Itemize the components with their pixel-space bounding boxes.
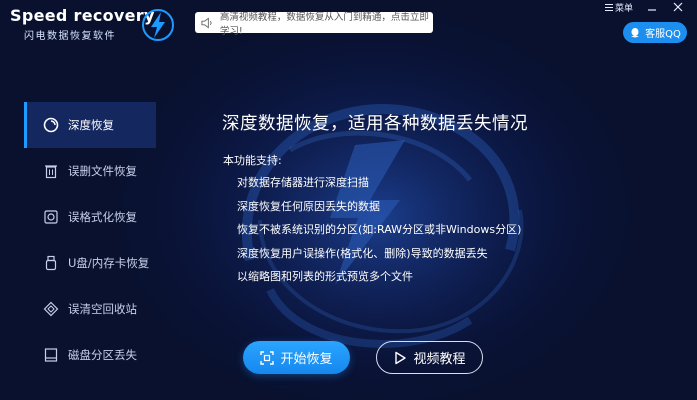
customer-service-label: 客服QQ [645,29,681,40]
list-item: 恢复不被系统识别的分区(如:RAW分区或非Windows分区) [237,223,522,236]
sidebar-item-format-recovery[interactable]: 误格式化恢复 [24,194,156,240]
deep-scan-icon [42,116,60,134]
sidebar-item-label: 误清空回收站 [68,302,137,316]
menu-icon [604,3,613,11]
start-recovery-button[interactable]: 开始恢复 [243,341,350,374]
recycle-icon [42,300,60,318]
start-recovery-label: 开始恢复 [280,351,333,366]
sidebar-item-deep-recovery[interactable]: 深度恢复 [24,102,156,148]
page-title: 深度数据恢复，适用各种数据丢失情况 [222,114,528,134]
sidebar-item-recycle-bin[interactable]: 误清空回收站 [24,286,156,332]
usb-drive-icon [42,254,60,272]
notice-text: 高清视频教程，数据恢复从入门到精通，点击立即学习! [219,11,429,37]
sidebar-item-label: 磁盘分区丢失 [68,348,137,362]
close-button[interactable] [665,0,691,14]
sidebar-item-deleted-files[interactable]: 误删文件恢复 [24,148,156,194]
speaker-icon [201,16,212,29]
disk-icon [42,346,60,364]
sidebar-item-label: 深度恢复 [68,118,114,132]
video-tutorial-label: 视频教程 [413,351,466,366]
format-icon [42,208,60,226]
sidebar-item-partition-lost[interactable]: 磁盘分区丢失 [24,332,156,378]
qq-icon [631,27,640,37]
play-icon [395,351,407,364]
close-icon [673,2,683,12]
logo-text: Speed recovery [10,6,155,25]
tutorial-notice-bar[interactable]: 高清视频教程，数据恢复从入门到精通，点击立即学习! [195,12,433,37]
list-item: 深度恢复用户误操作(格式化、删除)导致的数据丢失 [237,246,488,260]
video-tutorial-button[interactable]: 视频教程 [376,341,483,374]
menu-label: 菜单 [614,3,633,14]
scan-frame-icon [260,350,275,365]
trash-icon [42,162,60,180]
list-item: 深度恢复任何原因丢失的数据 [237,199,380,213]
list-item: 以缩略图和列表的形式预览多个文件 [237,270,413,283]
feature-intro: 本功能支持: [223,154,282,167]
app-window: Speed recovery 闪电数据恢复软件 高清视频教程，数据恢复从入门到精… [0,0,697,400]
window-controls: 菜单 [599,0,691,14]
list-item: 对数据存储器进行深度扫描 [237,176,369,189]
menu-button[interactable]: 菜单 [599,0,639,14]
lightning-bolt-icon [142,9,174,41]
logo-subtitle: 闪电数据恢复软件 [24,31,116,42]
sidebar-item-label: 误格式化恢复 [68,210,137,224]
feature-list: 对数据存储器进行深度扫描 深度恢复任何原因丢失的数据 恢复不被系统识别的分区(如… [237,176,521,294]
app-logo: Speed recovery 闪电数据恢复软件 [10,6,174,42]
sidebar: 深度恢复 误删文件恢复 误格式化恢复 U盘/内存卡恢复 误清空回收站 磁盘分区丢… [24,102,156,378]
customer-service-button[interactable]: 客服QQ [623,22,687,43]
sidebar-item-usb-recovery[interactable]: U盘/内存卡恢复 [24,240,156,286]
sidebar-item-label: 误删文件恢复 [68,164,137,178]
sidebar-item-label: U盘/内存卡恢复 [68,256,150,270]
minimize-button[interactable] [639,0,665,14]
minimize-icon [648,9,656,11]
